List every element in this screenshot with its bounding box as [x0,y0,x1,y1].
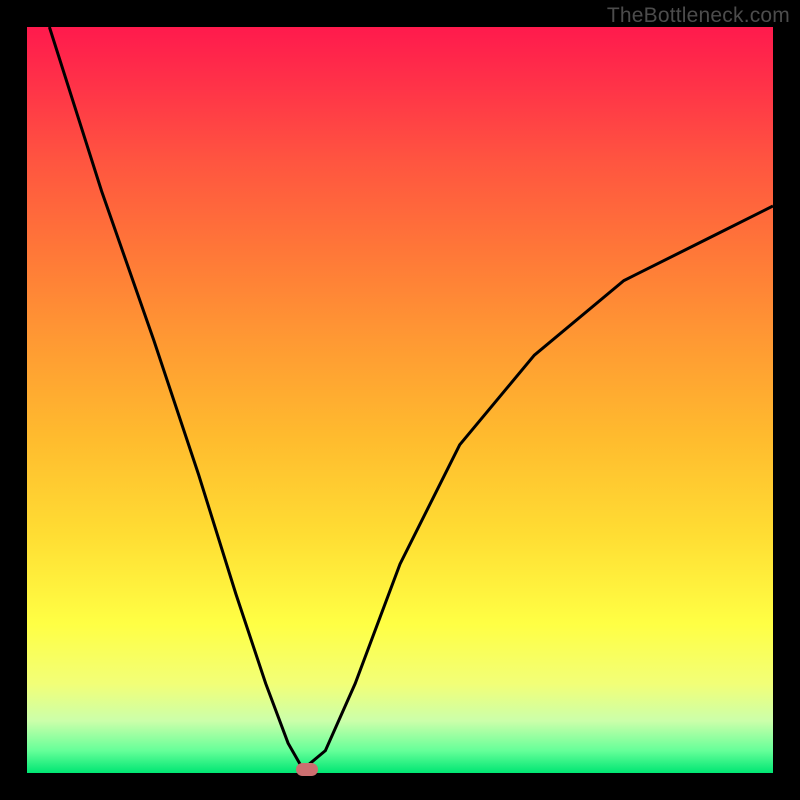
minimum-marker [296,763,318,776]
bottleneck-curve [27,27,773,773]
plot-area [27,27,773,773]
chart-frame: TheBottleneck.com [0,0,800,800]
curve-path [49,27,773,769]
watermark-text: TheBottleneck.com [607,4,790,28]
